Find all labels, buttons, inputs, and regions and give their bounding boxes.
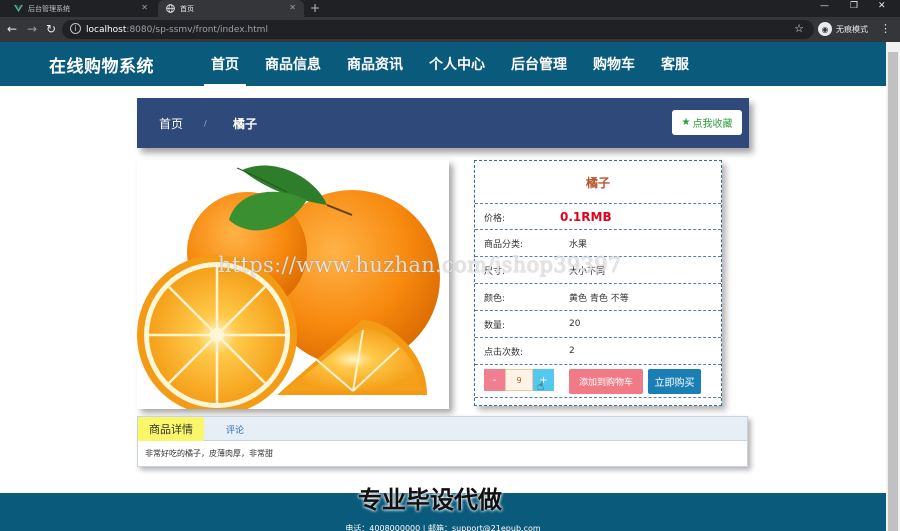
close-icon[interactable]: ✕ <box>289 3 296 12</box>
quantity-decrement-button[interactable]: - <box>484 369 505 391</box>
product-title: 橘子 <box>585 175 610 190</box>
site-header: 在线购物系统 首页 商品信息 商品资讯 个人中心 后台管理 购物车 客服 <box>0 42 886 86</box>
product-description: 非常好吃的橘子，皮薄肉厚，非常甜 <box>145 449 273 458</box>
breadcrumb: 首页 / 橘子 ★ 点我收藏 <box>137 98 749 148</box>
incognito-label: 无痕模式 <box>836 24 868 34</box>
bookmark-star-icon[interactable]: ☆ <box>794 22 804 35</box>
nav-item-products[interactable]: 商品信息 <box>252 42 334 86</box>
favorite-button[interactable]: ★ 点我收藏 <box>672 110 742 135</box>
info-value: 20 <box>569 319 581 329</box>
info-row-clicks: 点击次数: 2 <box>475 338 721 365</box>
incognito-icon: ◉ <box>818 22 832 36</box>
nav-item-home[interactable]: 首页 <box>198 42 252 86</box>
browser-tab-home[interactable]: 首页 ✕ <box>158 0 304 17</box>
browser-tab-admin[interactable]: 后台管理系统 ✕ <box>6 0 156 17</box>
main-nav: 首页 商品信息 商品资讯 个人中心 后台管理 购物车 客服 <box>198 42 702 86</box>
forward-icon[interactable]: → <box>27 22 37 36</box>
add-to-cart-button[interactable]: 添加到购物车 <box>569 369 643 394</box>
nav-item-admin[interactable]: 后台管理 <box>498 42 580 86</box>
star-icon: ★ <box>681 117 691 128</box>
minimize-icon[interactable]: — <box>820 1 829 11</box>
info-value: 2 <box>569 346 575 356</box>
footer-contact: 电话：4008000000 | 邮箱：support@21epub.com <box>345 524 541 531</box>
favorite-label: 点我收藏 <box>692 119 733 130</box>
product-info-panel: 橘子 价格: 0.1RMB 商品分类: 水果 尺寸: 大小不同 颜色: 黄色 青… <box>474 160 722 406</box>
nav-item-profile[interactable]: 个人中心 <box>416 42 498 86</box>
back-icon[interactable]: ← <box>7 22 17 36</box>
new-tab-icon[interactable]: + <box>310 1 320 15</box>
info-value: 黄色 青色 不等 <box>569 293 629 304</box>
info-label: 颜色: <box>484 293 506 304</box>
info-row-quantity: 数量: 20 <box>475 311 721 338</box>
nav-item-cart[interactable]: 购物车 <box>580 42 648 86</box>
kebab-menu-icon[interactable]: ⋮ <box>880 22 891 35</box>
globe-icon <box>166 4 175 13</box>
browser-toolbar: ← → ↻ i localhost:8080/sp-ssmv/front/ind… <box>0 17 900 42</box>
info-label: 点击次数: <box>484 347 524 358</box>
incognito-indicator[interactable]: ◉ 无痕模式 <box>818 22 868 36</box>
detail-tabs: 商品详情 评论 <box>138 417 747 441</box>
buy-now-button[interactable]: 立即购买 <box>648 369 701 394</box>
tab-comments[interactable]: 评论 <box>226 417 244 441</box>
browser-tab-label: 首页 <box>180 4 194 13</box>
window-close-icon[interactable]: ✕ <box>878 1 886 11</box>
tab-product-detail[interactable]: 商品详情 <box>138 417 204 441</box>
quantity-input[interactable]: 9 <box>505 369 533 391</box>
product-detail-box: 商品详情 评论 非常好吃的橘子，皮薄肉厚，非常甜 <box>137 416 748 467</box>
breadcrumb-current: 橘子 <box>233 116 258 131</box>
address-bar[interactable]: i localhost:8080/sp-ssmv/front/index.htm… <box>62 20 814 39</box>
watermark-url: https://www.huzhan.com/ishop39397 <box>218 253 622 277</box>
browser-tab-strip: 后台管理系统 ✕ 首页 ✕ + — ❐ ✕ <box>0 0 900 17</box>
url-path: :8080/sp-ssmv/front/index.html <box>126 24 268 35</box>
browser-tab-label: 后台管理系统 <box>28 4 70 13</box>
purchase-actions: - 9 + ☝ 添加到购物车 立即购买 <box>475 364 721 398</box>
breadcrumb-separator: / <box>204 118 207 128</box>
watermark-banner: 专业毕设代做 <box>358 486 502 514</box>
close-icon[interactable]: ✕ <box>141 3 148 12</box>
info-row-color: 颜色: 黄色 青色 不等 <box>475 284 721 311</box>
vue-icon <box>14 4 23 13</box>
hand-cursor-icon: ☝ <box>537 379 545 393</box>
info-label: 价格: <box>484 213 506 224</box>
nav-item-news[interactable]: 商品资讯 <box>334 42 416 86</box>
restore-icon[interactable]: ❐ <box>850 1 858 11</box>
url-host: localhost <box>86 24 127 35</box>
scrollbar-thumb[interactable] <box>888 52 898 531</box>
page-scrollbar[interactable] <box>886 42 900 531</box>
price-value: 0.1RMB <box>560 210 612 224</box>
reload-icon[interactable]: ↻ <box>46 22 56 36</box>
info-label: 数量: <box>484 320 506 331</box>
nav-item-service[interactable]: 客服 <box>648 42 702 86</box>
breadcrumb-home[interactable]: 首页 <box>159 98 183 148</box>
site-logo[interactable]: 在线购物系统 <box>49 42 154 86</box>
product-image <box>137 160 449 409</box>
info-icon[interactable]: i <box>70 23 81 34</box>
info-row-price: 价格: 0.1RMB <box>475 203 721 230</box>
